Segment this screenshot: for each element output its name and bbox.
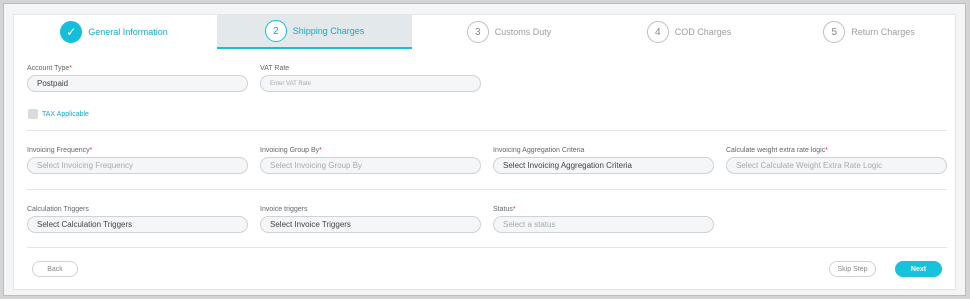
step-return-charges[interactable]: 5 Return Charges xyxy=(814,15,924,49)
step-general-information[interactable]: ✓ General Information xyxy=(54,15,174,49)
back-button[interactable]: Back xyxy=(32,261,78,277)
invoicing-frequency-label: Invoicing Frequency* xyxy=(27,147,93,154)
account-type-label: Account Type* xyxy=(27,65,73,72)
status-select[interactable]: Select a status xyxy=(493,216,714,233)
vat-rate-label: VAT Rate xyxy=(260,65,290,72)
invoice-triggers-label: Invoice triggers xyxy=(260,206,308,213)
invoice-triggers-select[interactable]: Select Invoice Triggers xyxy=(260,216,481,233)
step-number: 4 xyxy=(646,21,669,43)
step-label: Return Charges xyxy=(851,27,915,37)
status-label: Status* xyxy=(493,206,516,213)
calculation-triggers-select[interactable]: Select Calculation Triggers xyxy=(27,216,248,233)
check-icon: ✓ xyxy=(60,21,83,43)
step-customs-duty[interactable]: 3 Customs Duty xyxy=(454,15,564,49)
step-label: General Information xyxy=(88,27,168,37)
invoicing-aggregation-select[interactable]: Select Invoicing Aggregation Criteria xyxy=(493,157,714,174)
step-label: COD Charges xyxy=(674,27,732,37)
account-type-select[interactable]: Postpaid xyxy=(27,75,248,92)
weight-extra-rate-select[interactable]: Select Calculate Weight Extra Rate Logic xyxy=(726,157,947,174)
step-shipping-charges[interactable]: 2 Shipping Charges xyxy=(217,15,412,49)
calculation-triggers-label: Calculation Triggers xyxy=(27,206,89,213)
vat-rate-input[interactable]: Enter VAT Rate xyxy=(260,75,481,92)
weight-extra-rate-label: Calculate weight extra rate logic* xyxy=(726,147,828,154)
window-frame: ✓ General Information 2 Shipping Charges… xyxy=(3,3,966,296)
form-card: ✓ General Information 2 Shipping Charges… xyxy=(13,14,956,290)
step-number: 2 xyxy=(264,20,287,42)
invoicing-group-by-select[interactable]: Select Invoicing Group By xyxy=(260,157,481,174)
divider xyxy=(27,189,947,190)
tax-applicable-checkbox[interactable] xyxy=(28,109,38,119)
divider xyxy=(27,247,947,248)
tax-applicable-label: TAX Applicable xyxy=(42,111,89,118)
invoicing-aggregation-label: Invoicing Aggregation Criteria xyxy=(493,147,585,154)
step-cod-charges[interactable]: 4 COD Charges xyxy=(634,15,744,49)
step-label: Shipping Charges xyxy=(292,26,365,36)
step-number: 5 xyxy=(823,21,846,43)
step-number: 3 xyxy=(466,21,489,43)
stepper: ✓ General Information 2 Shipping Charges… xyxy=(14,15,957,49)
skip-step-button[interactable]: Skip Step xyxy=(829,261,876,277)
next-button[interactable]: Next xyxy=(895,261,942,277)
invoicing-frequency-select[interactable]: Select Invoicing Frequency xyxy=(27,157,248,174)
invoicing-group-by-label: Invoicing Group By* xyxy=(260,147,322,154)
divider xyxy=(27,130,947,131)
step-label: Customs Duty xyxy=(494,27,552,37)
